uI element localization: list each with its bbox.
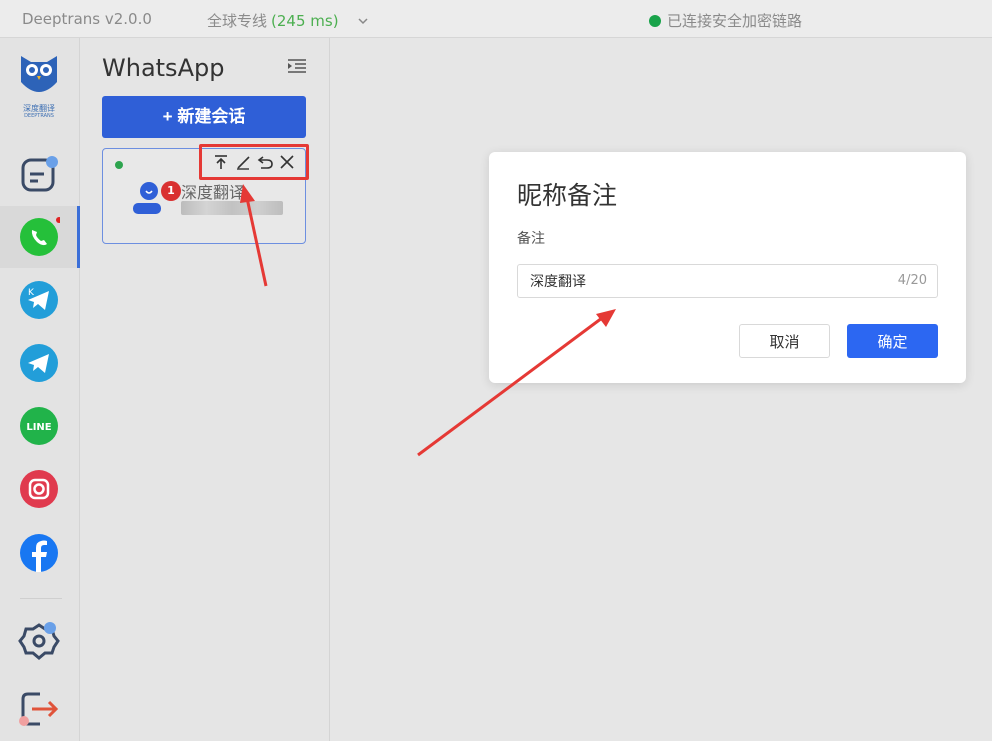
session-card[interactable]: 1 深度翻译: [102, 144, 309, 244]
telegram-k-icon: K: [20, 281, 58, 319]
facebook-icon: [20, 534, 58, 572]
remark-input[interactable]: [518, 265, 878, 297]
close-icon[interactable]: [279, 154, 295, 170]
rail-item-logout[interactable]: [18, 688, 60, 730]
logo-name-en: DEEPTRANS: [24, 113, 54, 119]
owl-logo-icon: [21, 56, 57, 92]
app-title: Deeptrans v2.0.0: [22, 10, 152, 28]
line-label: 全球专线: [207, 12, 268, 30]
unread-badge: 1: [161, 181, 181, 201]
dialog-title: 昵称备注: [517, 181, 618, 210]
whatsapp-icon: [20, 217, 62, 256]
status-dot-icon: [649, 14, 661, 27]
rail-item-whatsapp[interactable]: [18, 216, 62, 258]
pin-top-icon[interactable]: [213, 154, 229, 170]
latency-value: (245 ms): [271, 11, 339, 30]
top-bar: Deeptrans v2.0.0 全球专线 (245 ms) 已连接安全加密链路: [0, 0, 992, 38]
rail-item-telegram[interactable]: [18, 342, 60, 384]
online-status-dot: [115, 161, 123, 169]
main-content-area: [330, 38, 992, 741]
rail-item-settings[interactable]: [18, 620, 60, 662]
rail-divider: [20, 598, 62, 599]
rail-item-deeptrans-chat[interactable]: [18, 154, 60, 196]
logout-icon: [19, 692, 59, 726]
line-selector[interactable]: 全球专线 (245 ms): [207, 10, 369, 31]
nickname-dialog: 昵称备注 备注 4/20 取消 确定: [489, 152, 966, 383]
logo: 深度翻译 DEEPTRANS: [15, 52, 63, 122]
app-rail: 深度翻译 DEEPTRANS K LINE: [0, 38, 80, 741]
session-phone-blurred: [181, 201, 283, 215]
line-icon-text: LINE: [26, 422, 51, 433]
line-icon: LINE: [20, 407, 58, 445]
connection-status: 已连接安全加密链路: [649, 10, 802, 31]
confirm-button[interactable]: 确定: [847, 324, 938, 358]
connection-status-text: 已连接安全加密链路: [667, 12, 803, 30]
edit-icon[interactable]: [235, 154, 251, 170]
session-toolbar: [199, 144, 309, 180]
session-panel: WhatsApp + 新建会话 1 深度翻译: [80, 38, 330, 741]
chevron-down-icon: [358, 17, 368, 24]
instagram-icon: [20, 470, 58, 508]
panel-title: WhatsApp: [102, 54, 225, 82]
rail-item-facebook[interactable]: [18, 532, 60, 574]
session-name: 深度翻译: [181, 183, 246, 202]
new-session-button[interactable]: + 新建会话: [102, 96, 306, 138]
logo-name-cn: 深度翻译: [23, 104, 55, 113]
rail-item-instagram[interactable]: [18, 468, 60, 510]
remark-input-wrapper: 4/20: [517, 264, 938, 298]
cancel-button[interactable]: 取消: [739, 324, 830, 358]
chat-window-icon: [21, 156, 58, 192]
rail-item-telegram-k[interactable]: K: [18, 279, 60, 321]
collapse-menu-icon[interactable]: [288, 58, 306, 74]
telegram-icon: [20, 344, 58, 382]
char-counter: 4/20: [897, 273, 927, 288]
gear-icon: [18, 622, 60, 660]
undo-icon[interactable]: [257, 154, 273, 170]
rail-item-line[interactable]: LINE: [18, 405, 60, 447]
user-avatar-icon: [133, 182, 161, 214]
remark-label: 备注: [517, 231, 545, 247]
